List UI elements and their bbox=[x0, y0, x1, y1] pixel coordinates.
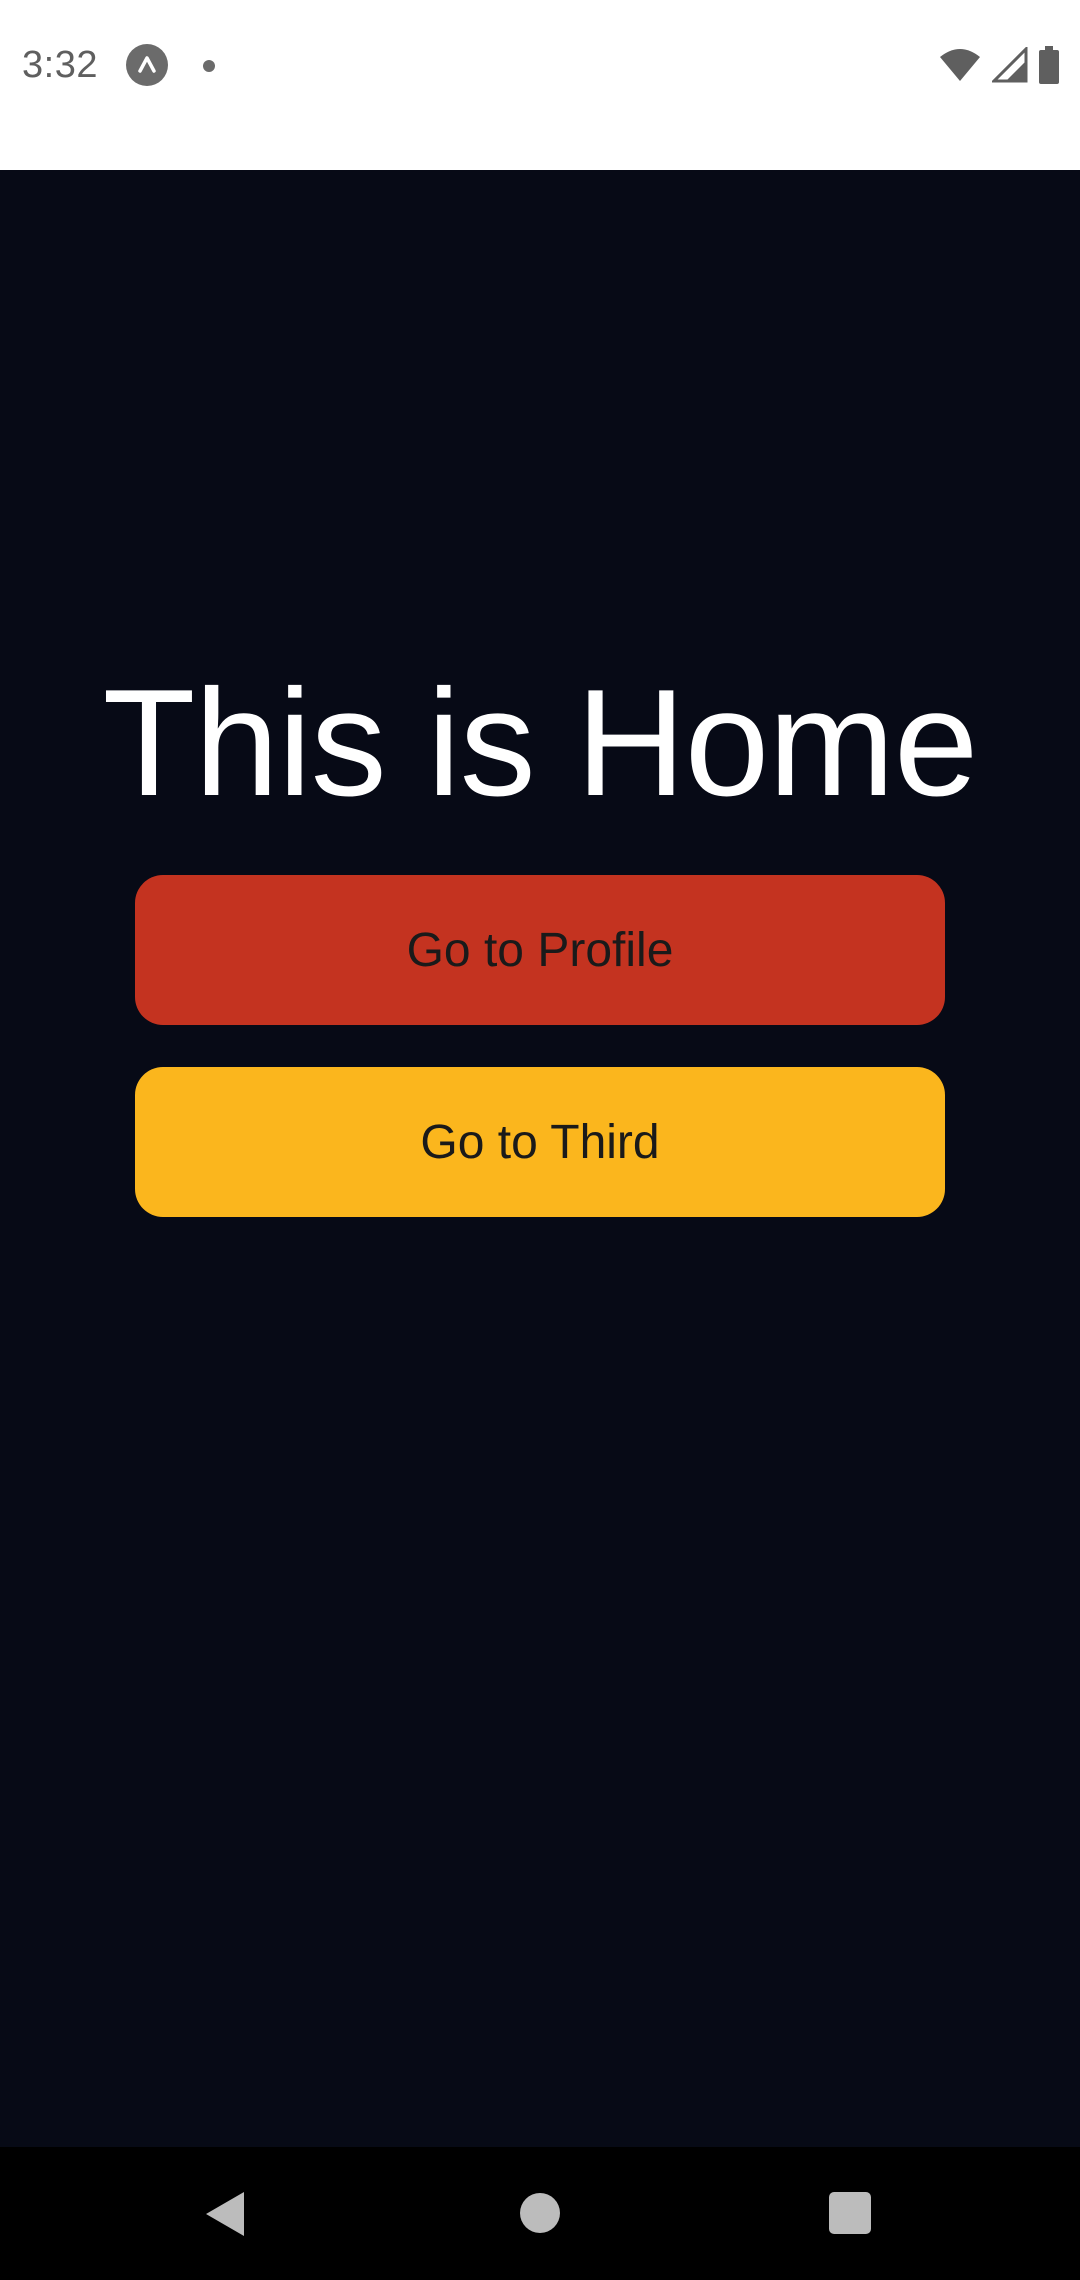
status-time: 3:32 bbox=[22, 44, 98, 86]
recents-icon[interactable] bbox=[829, 2192, 871, 2234]
page-title: This is Home bbox=[102, 658, 979, 828]
back-icon[interactable] bbox=[202, 2189, 248, 2239]
cellular-signal-icon bbox=[992, 47, 1028, 83]
status-icons bbox=[938, 46, 1060, 84]
notification-dot-icon bbox=[203, 60, 215, 72]
device-screen: 3:32 This is Home Go to Profile Go to Th… bbox=[0, 0, 1080, 2280]
navigation-bar bbox=[0, 2147, 1080, 2280]
go-to-profile-button[interactable]: Go to Profile bbox=[135, 875, 945, 1025]
app-notification-icon bbox=[126, 44, 168, 86]
wifi-icon bbox=[940, 49, 980, 81]
status-bar: 3:32 bbox=[0, 0, 1080, 170]
go-to-third-button[interactable]: Go to Third bbox=[135, 1067, 945, 1217]
battery-icon bbox=[1039, 46, 1059, 84]
home-icon[interactable] bbox=[520, 2193, 560, 2233]
go-to-profile-label: Go to Profile bbox=[406, 923, 674, 977]
go-to-third-label: Go to Third bbox=[420, 1115, 660, 1169]
